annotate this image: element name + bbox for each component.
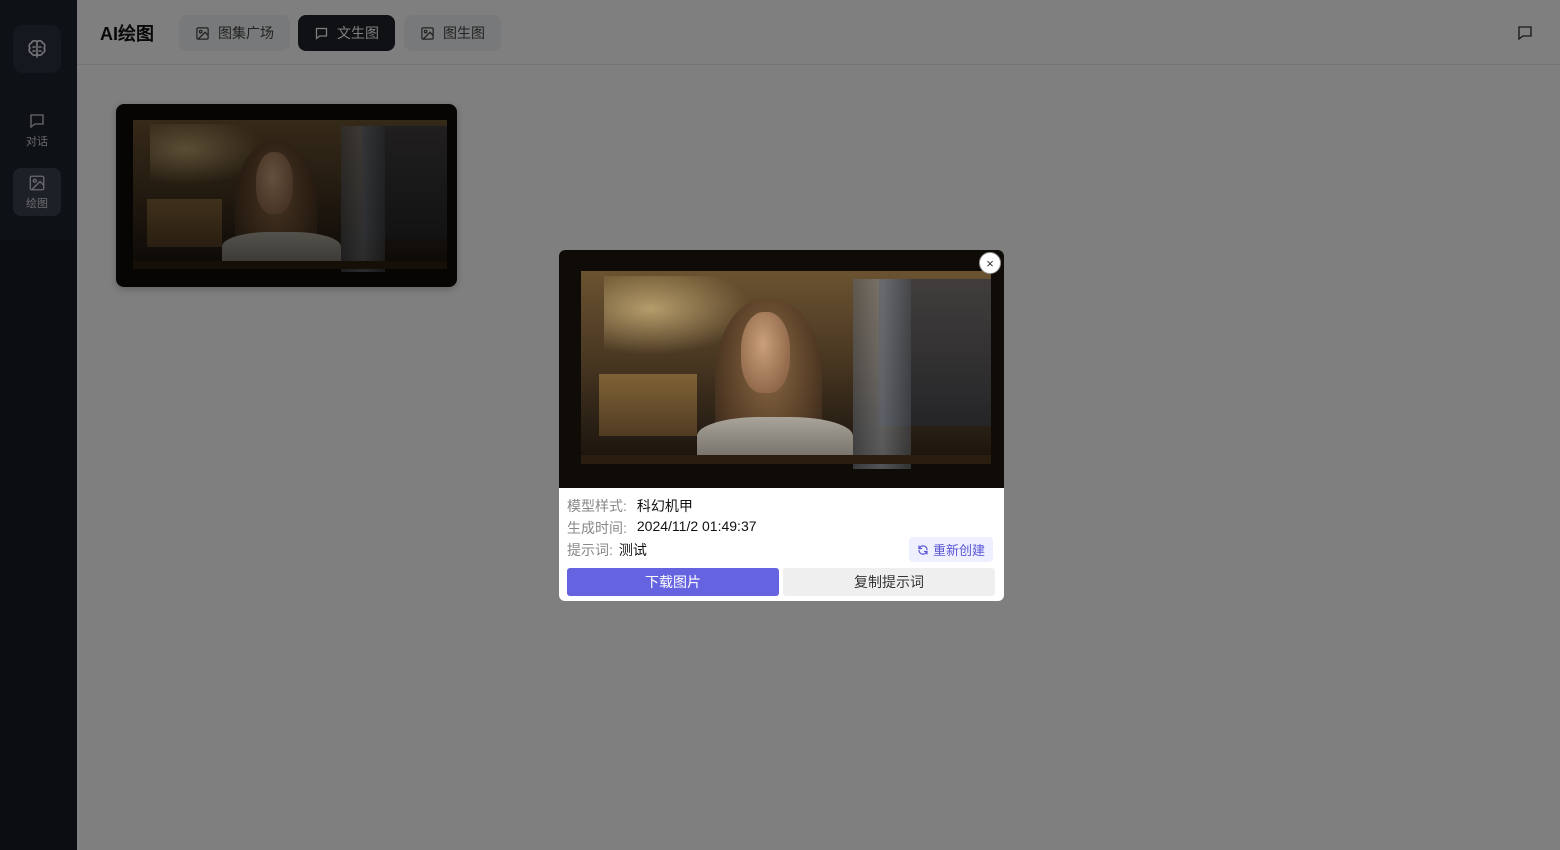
time-label: 生成时间: [567,520,627,536]
regenerate-button[interactable]: 重新创建 [909,537,994,562]
regenerate-label: 重新创建 [933,543,986,558]
close-icon: × [986,255,994,271]
prompt-label: 提示词: [567,542,613,558]
copy-prompt-button[interactable]: 复制提示词 [783,568,995,596]
close-modal-button[interactable]: × [979,252,1001,274]
model-label: 模型样式: [567,498,627,514]
time-row: 生成时间: 2024/11/2 01:49:37 [567,518,757,538]
image-detail-modal: 模型样式: 科幻机甲 生成时间: 2024/11/2 01:49:37 提示词:… [559,250,1004,601]
time-value: 2024/11/2 01:49:37 [636,518,757,534]
model-row: 模型样式: 科幻机甲 [567,496,693,516]
prompt-row: 提示词: 测试 [567,540,647,560]
refresh-icon [918,544,928,555]
download-image-button[interactable]: 下载图片 [567,568,779,596]
modal-image [559,250,1004,488]
model-value: 科幻机甲 [636,498,693,514]
photo-woman-cafe-window [559,250,1004,488]
prompt-value: 测试 [618,542,647,558]
